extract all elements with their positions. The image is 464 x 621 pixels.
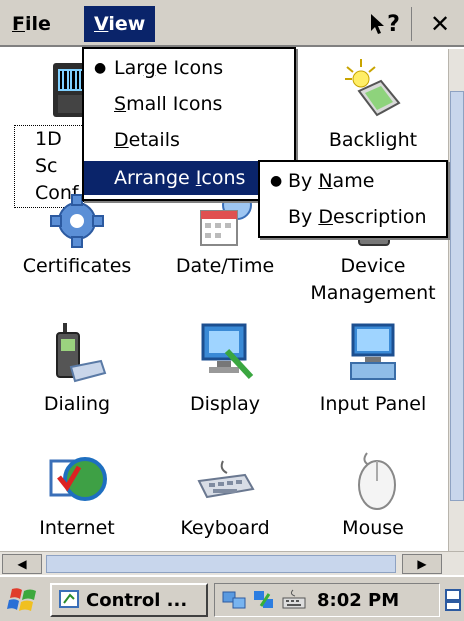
menu-item-by-name[interactable]: ● By Name — [260, 164, 446, 198]
menu-item-text-a: Arrange — [114, 167, 196, 189]
connection-icon[interactable] — [251, 588, 277, 612]
icon-label-internet: Internet — [39, 517, 115, 539]
close-button[interactable]: ✕ — [420, 7, 460, 41]
help-button[interactable]: ? — [358, 7, 412, 41]
icon-item-certificates[interactable]: Certificates — [2, 191, 152, 280]
icon-label-dialing: Dialing — [43, 393, 111, 415]
scroll-left-button[interactable]: ◀ — [2, 554, 42, 574]
keyboard-tray-icon[interactable] — [281, 588, 307, 612]
radio-bullet-icon: ● — [270, 173, 283, 189]
vertical-scrollbar[interactable] — [448, 49, 464, 551]
icon-item-keyboard[interactable]: Keyboard — [150, 451, 300, 542]
help-arrow-icon — [371, 14, 385, 34]
icon-label-date-time: Date/Time — [175, 255, 275, 277]
icon-item-input-panel[interactable]: Input Panel — [298, 321, 448, 418]
taskbar-control-panel-button[interactable]: Control ... — [50, 583, 208, 617]
icon-label-mouse: Mouse — [342, 517, 404, 539]
menu-bar: File View ? ✕ — [0, 0, 464, 47]
menu-view[interactable]: View — [84, 6, 156, 42]
menu-item-accel: S — [114, 93, 127, 115]
menu-item-text-b: cons — [201, 167, 246, 189]
close-icon: ✕ — [429, 10, 451, 38]
menu-item-text-a: By — [288, 206, 319, 228]
icon-item-internet[interactable]: Internet — [2, 451, 152, 542]
menu-file-label-b: ile — [24, 13, 51, 35]
horizontal-scroll-thumb[interactable] — [46, 555, 396, 573]
icon-item-dialing[interactable]: Dialing — [2, 321, 152, 418]
menu-file[interactable]: File — [6, 6, 57, 42]
windows-start-icon[interactable] — [6, 585, 42, 615]
menu-item-large-icons[interactable]: ● Large Icons — [84, 51, 294, 85]
network-icon[interactable] — [221, 588, 247, 612]
icon-label-line1: Device — [340, 255, 406, 277]
icon-item-mouse[interactable]: Mouse — [298, 451, 448, 542]
menu-item-accel: D — [114, 129, 129, 151]
globe-check-icon — [49, 457, 107, 501]
menu-item-text-b: escription — [332, 206, 427, 228]
menu-file-accel: F — [12, 13, 25, 35]
icon-label-device-management: Device Management — [298, 253, 448, 307]
menu-item-text-a: Lar — [114, 57, 144, 79]
menu-item-details[interactable]: Details — [84, 123, 294, 157]
icon-label-line1: 1D Sc — [35, 128, 62, 177]
icon-label-keyboard: Keyboard — [180, 517, 270, 539]
help-glyph: ? — [387, 11, 400, 37]
menu-item-accel: D — [318, 206, 333, 228]
radio-bullet-icon: ● — [94, 60, 107, 76]
arrange-icons-submenu: ● By Name By Description — [258, 160, 448, 238]
menu-item-text-b: etails — [128, 129, 180, 151]
arrow-right-icon: ▶ — [417, 557, 427, 571]
icon-item-backlight[interactable]: Backlight — [298, 57, 448, 154]
keyboard-icon — [197, 460, 255, 499]
menu-item-by-description[interactable]: By Description — [260, 200, 446, 234]
menu-item-text-b: mall Icons — [126, 93, 223, 115]
control-panel-icon — [59, 590, 79, 608]
arrow-left-icon: ◀ — [17, 557, 27, 571]
menu-item-accel: N — [318, 170, 333, 192]
phone-dialing-icon — [56, 323, 107, 383]
taskbar-task-label: Control ... — [86, 589, 188, 611]
menu-item-accel: g — [143, 57, 156, 79]
vertical-scroll-thumb[interactable] — [450, 91, 464, 501]
icon-label-display: Display — [189, 393, 261, 415]
taskbar: Control ... 8:02 PM — [0, 575, 464, 621]
backlight-icon — [345, 59, 401, 117]
icon-label-backlight: Backlight — [328, 129, 418, 151]
icon-label-input-panel: Input Panel — [319, 393, 427, 415]
system-tray: 8:02 PM — [214, 583, 440, 617]
icon-item-display[interactable]: Display — [150, 321, 300, 418]
show-desktop-icon[interactable] — [444, 587, 462, 613]
clock-time[interactable]: 8:02 PM — [317, 590, 399, 611]
icon-label-line2: Management — [310, 282, 436, 304]
input-panel-icon — [350, 323, 396, 380]
scroll-right-button[interactable]: ▶ — [402, 554, 442, 574]
menu-item-small-icons[interactable]: Small Icons — [84, 87, 294, 121]
monitor-paint-icon — [201, 323, 254, 380]
mouse-icon — [358, 452, 396, 510]
menu-item-text-a: By — [288, 170, 319, 192]
icon-label-certificates: Certificates — [22, 255, 132, 277]
menu-view-accel: V — [94, 13, 109, 35]
menu-item-text-b: ame — [332, 170, 375, 192]
menu-item-text-b: e Icons — [155, 57, 224, 79]
horizontal-scrollbar[interactable]: ◀ ▶ — [0, 551, 464, 575]
menu-view-label-b: iew — [108, 13, 146, 35]
